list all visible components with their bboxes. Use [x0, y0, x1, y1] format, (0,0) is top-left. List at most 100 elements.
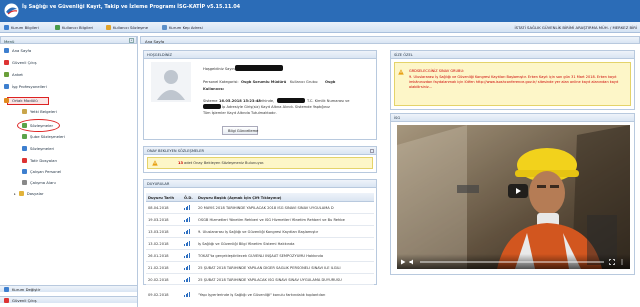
- survey-icon: [4, 72, 9, 77]
- sidebar-subitem-yetki-belgeleri[interactable]: Yetki Belgeleri: [22, 108, 57, 115]
- signal-icon: [184, 205, 190, 210]
- signal-icon: [184, 265, 190, 270]
- area-icon: [22, 180, 27, 185]
- toolbar-kullanici-sozlesme-button[interactable]: Kullanıcı Sözleşme: [106, 24, 148, 31]
- table-row[interactable]: 09.02.2018 "Yapı İşyerlerinde İş Sağlığı …: [146, 289, 374, 300]
- sidebar-item-anket[interactable]: Anket: [4, 71, 23, 78]
- column-title[interactable]: Duyuru Başlık (Açmak İçin Çift Tıklayını…: [198, 196, 281, 200]
- exit-icon: [4, 60, 9, 65]
- pending-count[interactable]: 13: [178, 161, 183, 165]
- sidebar-item-ana-sayfa[interactable]: Ana Sayfa: [4, 47, 31, 54]
- login-tail: T.C. Kimlik Numarası ve: [307, 99, 350, 103]
- table-row[interactable]: 13.02.2018 İş Sağlığı ve Güvenliği Bilgi …: [146, 238, 374, 250]
- isg-panel-header: İSG: [391, 114, 634, 122]
- sidebar-subitem-calisan-personel[interactable]: Çalışan Personel: [22, 168, 61, 175]
- people-icon: [22, 169, 27, 174]
- volume-icon[interactable]: [409, 259, 415, 265]
- personnel-category-value: Osgb Sorumlu Müdürü: [241, 80, 287, 84]
- toolbar-kep-adresi-button[interactable]: Kurum Kep Adresi: [162, 24, 203, 31]
- fullscreen-icon[interactable]: [609, 259, 615, 265]
- switch-icon: [4, 286, 9, 292]
- mail-icon: [162, 25, 167, 30]
- warning-icon: [22, 158, 27, 163]
- more-options-icon[interactable]: [619, 259, 625, 265]
- login-note-2: Tüm İşlemler Kayıt Altında Tutulmaktadır…: [203, 111, 277, 115]
- warning-icon: [398, 69, 404, 75]
- folder-icon: [18, 191, 24, 196]
- sidebar-subitem-dosyalar[interactable]: ▸ Dosyalar: [14, 190, 44, 197]
- certificate-icon: [22, 109, 27, 114]
- user-group-label: Kullanıcı Grubu:: [290, 80, 319, 84]
- welcome-greeting: Hoşgeldiniz Sayın: [203, 67, 235, 71]
- sidebar-subitem-sozlesmeler[interactable]: Sözleşmeler: [22, 122, 53, 129]
- table-row[interactable]: 21.02.2018 25 ŞUBAT 2018 TARİHİNDE YAPILA…: [146, 262, 374, 274]
- folder-icon: [4, 98, 9, 103]
- user-avatar-icon: [151, 62, 191, 102]
- login-rest: tarihinde,: [257, 99, 275, 103]
- tab-ana-sayfa[interactable]: Ana Sayfa: [140, 36, 640, 44]
- announcements-table-header: Duyuru Tarih Ö.D. Duyuru Başlık (Açmak İ…: [146, 193, 374, 202]
- chevron-right-icon: ▸: [14, 191, 16, 196]
- signal-icon: [184, 253, 190, 258]
- play-icon: [516, 188, 521, 194]
- building-icon: [4, 25, 9, 30]
- pending-text: adet Onay Bekleyen Sözleşmeniz Bulunuyor…: [184, 161, 265, 165]
- sidebar-subitem-calisma-alani[interactable]: Çalışma Alanı: [22, 179, 56, 186]
- sidebar-subitem-sube-sozlesmeleri[interactable]: Şube Sözleşmeleri: [22, 133, 65, 140]
- table-row[interactable]: 19.03.2018 OSGB Hizmetleri Yönetim Rehber…: [146, 214, 374, 226]
- document-icon: [106, 25, 111, 30]
- announcements-header: DUYURULAR: [144, 180, 376, 188]
- play-icon[interactable]: [400, 259, 406, 265]
- signal-icon: [184, 241, 190, 246]
- column-date[interactable]: Duyuru Tarih: [148, 196, 174, 200]
- special-panel-header: SİZE ÖZEL: [391, 51, 634, 59]
- sidebar-item-ortak-modulu[interactable]: Ortak Modülü: [4, 97, 38, 104]
- video-seek-bar[interactable]: [420, 261, 604, 263]
- toolbar-kullanici-bilgileri-button[interactable]: Kullanıcı Bilgileri: [55, 24, 93, 31]
- welcome-panel-header: HOŞGELDİNİZ: [144, 51, 376, 59]
- app-logo-icon: [4, 3, 19, 18]
- table-row[interactable]: 08.04.2018 20 MAYIS 2018 TARİHİNDE YAPILA…: [146, 202, 374, 214]
- personnel-category-label: Personel Kategorisi:: [203, 80, 239, 84]
- login-note-1: İp Adresiyle Giriş(siz) Kayıt Altına Alı…: [222, 105, 330, 109]
- table-row[interactable]: 26.01.2018 TOKAT'ta gerçekleştirilecek GÜ…: [146, 250, 374, 262]
- signal-icon: [184, 292, 190, 297]
- minimize-icon[interactable]: [370, 148, 374, 153]
- sidebar-item-guvenli-cikis[interactable]: Güvenli Çıkış: [4, 59, 37, 66]
- login-date: 16.05.2018 15:23:43: [219, 99, 261, 103]
- video-play-button[interactable]: [508, 184, 528, 198]
- signal-icon: [184, 217, 190, 222]
- sidebar-subitem-sozlesmeleri[interactable]: Sözleşmeleri: [22, 145, 54, 152]
- toolbar-organization-text: İSTATİ SAĞLIK GÜVENLİK BİRİMİ ARAŞTIRMA …: [514, 24, 637, 30]
- sidebar-header: Menü «: [0, 36, 137, 44]
- exit-icon: [4, 297, 9, 303]
- table-row[interactable]: 20.02.2018 25 ŞUBAT 2018 TARİHİNDE YAPILA…: [146, 274, 374, 285]
- redacted-name: [235, 65, 283, 71]
- title-bar: İş Sağlığı ve Güvenliği Kayıt, Takip ve …: [0, 0, 640, 22]
- special-title: GRDSELECGİNİZ SINAV GRUBU:: [409, 69, 465, 73]
- document-icon: [22, 146, 27, 151]
- redacted-ip: [203, 104, 221, 109]
- users-icon: [4, 84, 9, 89]
- collapse-icon[interactable]: «: [129, 38, 134, 43]
- user-group-value-cont: Kullanıcısı: [203, 87, 224, 91]
- sidebar-subitem-tatir-dosyalari[interactable]: Tatir Dosyaları: [22, 157, 57, 164]
- bilgi-guncelleme-button[interactable]: Bilgi Güncelleme: [222, 126, 258, 135]
- sidebar-kurum-degistir-button[interactable]: Kurum Değiştir: [0, 285, 137, 292]
- contract-icon: [22, 134, 27, 139]
- signal-icon: [184, 277, 190, 282]
- contract-icon: [22, 123, 27, 128]
- pending-contracts-header: ONAY BEKLEYEN SÖZLEŞMELER: [144, 147, 376, 155]
- user-group-value: Osgb: [325, 80, 336, 84]
- sidebar-item-isg-profesyonelleri[interactable]: İşg Profesyonelleri: [4, 83, 47, 90]
- special-body: 9. Uluslararası İş Sağlığı ve Güvenliği …: [409, 75, 619, 89]
- login-prefix: Sisteme: [203, 99, 218, 103]
- toolbar: Kurum Bilgileri Kullanıcı Bilgileri Kull…: [0, 22, 640, 33]
- home-icon: [4, 48, 9, 53]
- window-title: İş Sağlığı ve Güvenliği Kayıt, Takip ve …: [22, 4, 241, 10]
- redacted-id: [277, 98, 305, 103]
- column-od[interactable]: Ö.D.: [184, 196, 193, 200]
- toolbar-kurum-bilgileri-button[interactable]: Kurum Bilgileri: [4, 24, 39, 31]
- sidebar-guvenli-cikis-button[interactable]: Güvenli Çıkış: [0, 296, 137, 303]
- table-row[interactable]: 13.03.2018 9. Uluslararası İş Sağlığı ve …: [146, 226, 374, 238]
